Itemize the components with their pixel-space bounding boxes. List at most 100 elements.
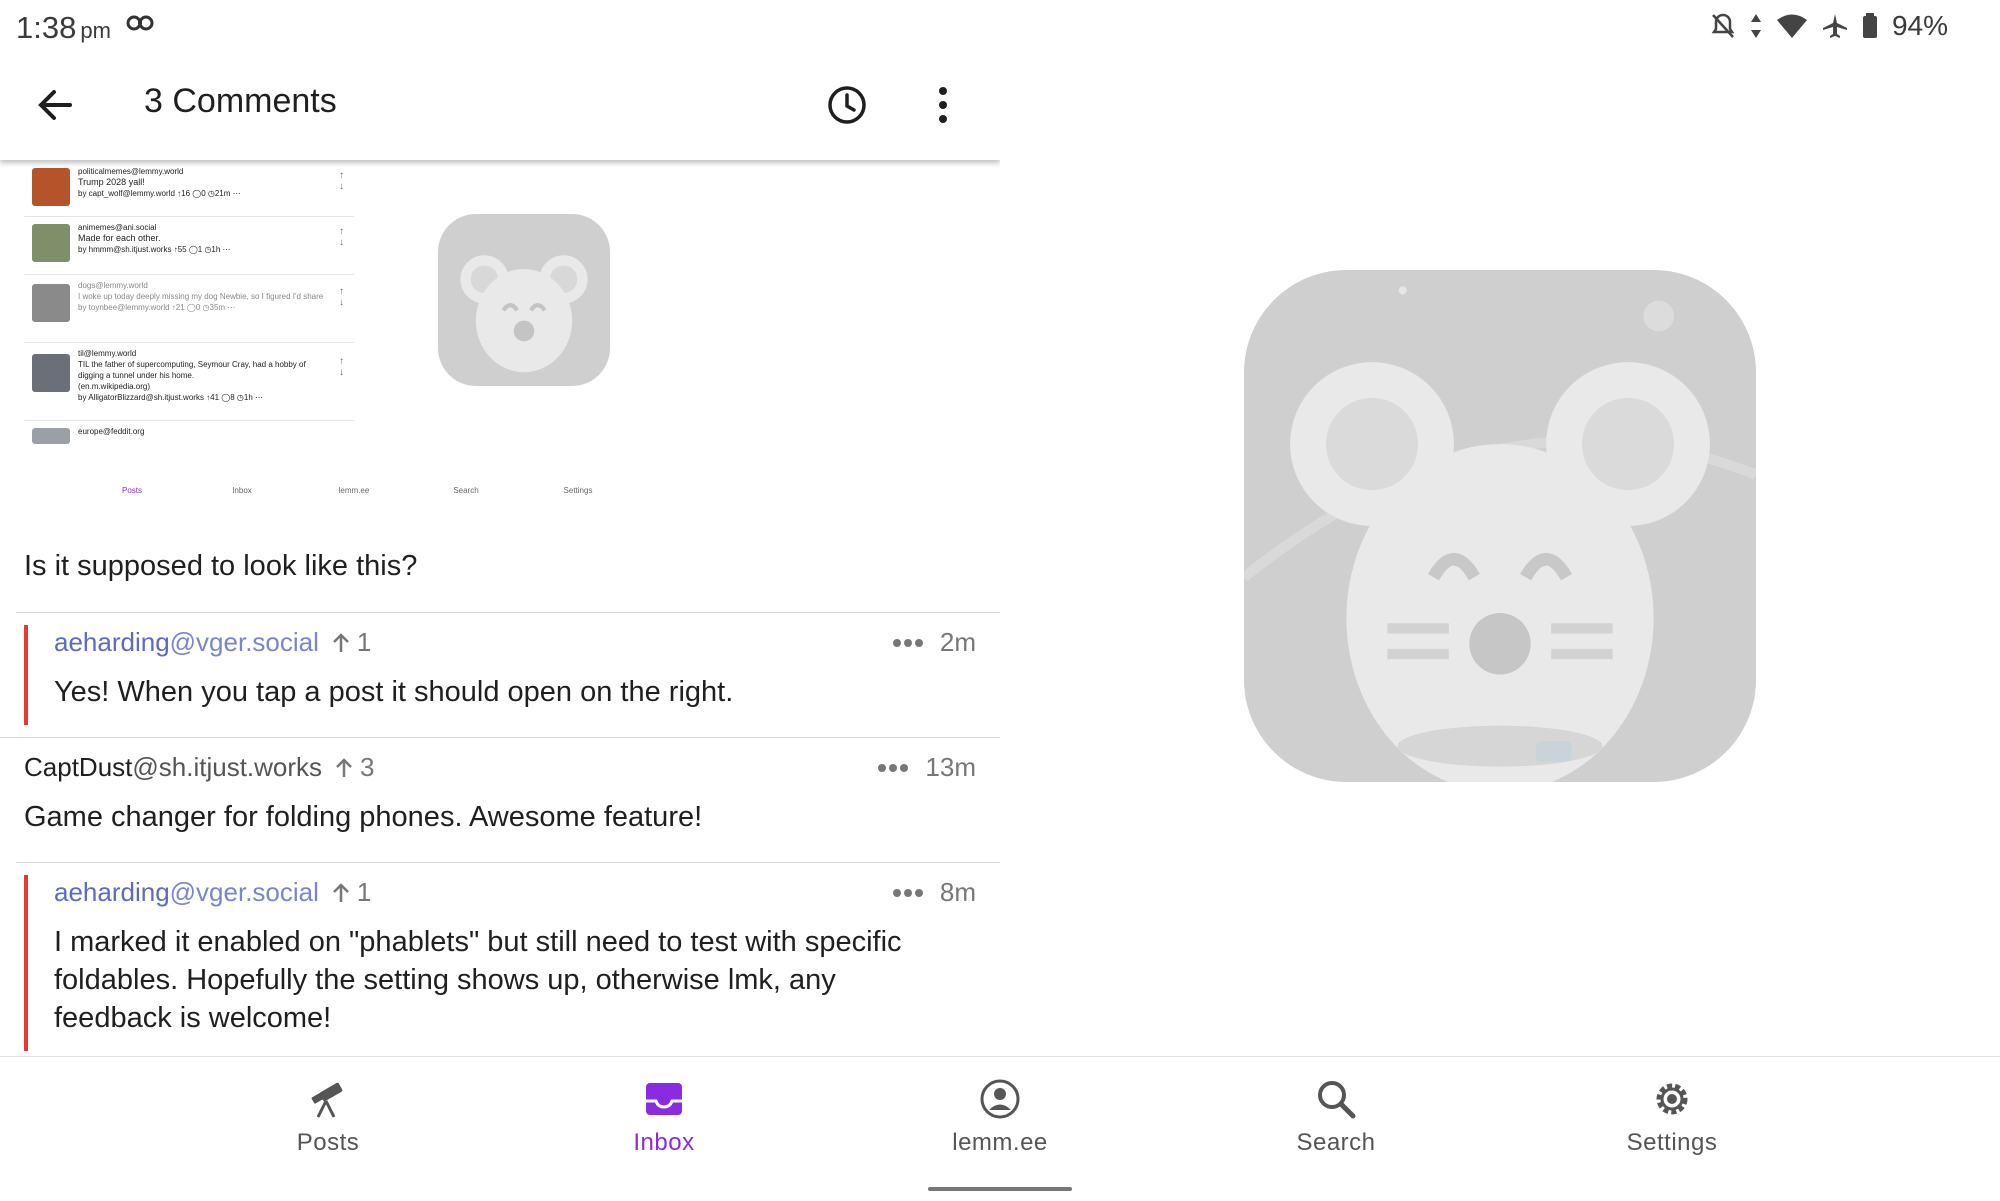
- mini-nav-label: Search: [453, 486, 479, 495]
- mini-title: I woke up today deeply missing my dog Ne…: [78, 292, 324, 301]
- account-circle-icon: [980, 1079, 1020, 1119]
- mini-community: til@lemmy.world: [78, 349, 137, 358]
- status-bar: 1:38 pm 94%: [0, 0, 2000, 50]
- mini-post-text: til@lemmy.world TIL the father of superc…: [78, 348, 328, 403]
- gear-icon: [1656, 1083, 1688, 1115]
- mini-post-text: europe@feddit.org: [78, 426, 328, 437]
- comment-body: I marked it enabled on "phablets" but st…: [54, 926, 902, 1034]
- more-horiz-icon[interactable]: [892, 638, 924, 648]
- comment-age: 2m: [939, 627, 976, 657]
- search-icon: [1318, 1081, 1356, 1119]
- mini-post-row: til@lemmy.world TIL the father of superc…: [24, 342, 354, 421]
- comment-header: aeharding @vger.social 1: [54, 877, 371, 908]
- mini-title: TIL the father of supercomputing, Seymou…: [78, 360, 306, 380]
- comment-username[interactable]: aeharding: [54, 627, 170, 658]
- comment-meta: 2m: [892, 627, 976, 658]
- mini-post-row: animemes@ani.social Made for each other.…: [24, 216, 354, 275]
- comment-instance[interactable]: @vger.social: [170, 627, 319, 658]
- mini-vote-arrows: ↑ ↓: [339, 286, 344, 308]
- more-horiz-icon[interactable]: [892, 888, 924, 898]
- comment-instance[interactable]: @sh.itjust.works: [132, 752, 322, 783]
- thread-depth-bar: [24, 875, 28, 1051]
- score-value: 1: [356, 627, 372, 657]
- comment-meta: 8m: [892, 877, 976, 908]
- comments-pane: 3 Comments politicalmemes@lemmy.world Tr…: [0, 50, 1000, 1056]
- mini-community: dogs@lemmy.world: [78, 281, 148, 290]
- mini-post-text: animemes@ani.social Made for each other.…: [78, 222, 328, 255]
- nav-settings[interactable]: Settings: [1572, 1077, 1772, 1157]
- upvote-arrow-icon: [333, 632, 349, 652]
- comment-age: 13m: [925, 752, 976, 782]
- bottom-navigation: Posts Inbox lemm.ee Search Settings: [0, 1056, 2000, 1201]
- comment-age: 8m: [939, 877, 976, 907]
- nav-label: Inbox: [633, 1129, 695, 1156]
- mini-link: (en.m.wikipedia.org): [78, 382, 151, 391]
- comment-item[interactable]: CaptDust @sh.itjust.works 3 13m Game chan…: [0, 738, 1000, 862]
- comment-username[interactable]: CaptDust: [24, 752, 132, 783]
- mini-nav-label: Settings: [563, 486, 593, 495]
- mini-post-row: europe@feddit.org: [24, 420, 354, 460]
- comment-body: Yes! When you tap a post it should open …: [54, 676, 734, 708]
- score-value: 3: [360, 752, 375, 782]
- post-body: Is it supposed to look like this?: [24, 550, 418, 582]
- more-vert-icon[interactable]: [918, 80, 968, 130]
- comment-username[interactable]: aeharding: [54, 877, 170, 908]
- comment-meta: 13m: [877, 752, 976, 783]
- wifi-icon: [1776, 14, 1807, 38]
- mini-community: animemes@ani.social: [78, 223, 157, 232]
- more-horiz-icon[interactable]: [877, 763, 909, 773]
- app-bar: 3 Comments: [0, 50, 1000, 160]
- score-value: 1: [356, 877, 372, 907]
- comment-score: 3: [332, 752, 375, 783]
- mini-thumbnail: [32, 168, 70, 206]
- mini-meta: by hmmm@sh.itjust.works ↑55 ◯1 ◷1h ⋯: [78, 245, 231, 254]
- mini-post-text: politicalmemes@lemmy.world Trump 2028 ya…: [78, 166, 328, 199]
- incognito-icon: [126, 15, 154, 31]
- mini-nav-label: Posts: [121, 486, 142, 495]
- thread-depth-bar: [24, 625, 28, 725]
- nav-label: Settings: [1626, 1129, 1718, 1156]
- back-arrow-icon[interactable]: [30, 80, 80, 130]
- mini-bottom-nav: Posts Inbox lemm.ee Search Settings: [24, 486, 714, 520]
- nav-label: Posts: [296, 1129, 360, 1156]
- nav-posts[interactable]: Posts: [228, 1077, 428, 1157]
- nav-search[interactable]: Search: [1236, 1077, 1436, 1157]
- comment-item[interactable]: aeharding @vger.social 1 8m I marked it e…: [0, 863, 1000, 1056]
- mini-vote-arrows: ↑ ↓: [339, 170, 344, 192]
- mini-community: politicalmemes@lemmy.world: [78, 167, 184, 176]
- comment-instance[interactable]: @vger.social: [170, 877, 319, 908]
- nav-label: lemm.ee: [952, 1129, 1048, 1156]
- gesture-handle[interactable]: [928, 1187, 1072, 1191]
- page-title: 3 Comments: [144, 82, 337, 120]
- comment-item[interactable]: aeharding @vger.social 1 2m Yes! When you…: [0, 613, 1000, 737]
- mini-meta: by AlligatorBlizzard@sh.itjust.works ↑41…: [78, 393, 264, 402]
- mascot-placeholder-icon: [438, 214, 610, 386]
- upvote-arrow-icon: [333, 882, 349, 902]
- comment-score: 1: [329, 627, 371, 658]
- data-arrows-icon: [1750, 14, 1761, 38]
- mini-vote-arrows: ↑ ↓: [339, 356, 344, 378]
- battery-icon: [1862, 13, 1877, 38]
- mini-thumbnail: [32, 284, 70, 322]
- mini-nav-label: lemm.ee: [338, 486, 370, 495]
- history-icon[interactable]: [822, 80, 872, 130]
- mini-thumbnail: [32, 224, 70, 262]
- status-clock: 1:38: [16, 10, 77, 45]
- telescope-icon: [311, 1082, 343, 1118]
- mini-post-text: dogs@lemmy.world I woke up today deeply …: [78, 280, 328, 313]
- mini-vote-arrows: ↑ ↓: [339, 226, 344, 248]
- status-time: 1:38 pm: [16, 10, 111, 46]
- mini-thumbnail: [32, 428, 70, 444]
- nav-inbox[interactable]: Inbox: [564, 1077, 764, 1157]
- upvote-arrow-icon: [336, 757, 352, 777]
- battery-percent: 94%: [1891, 10, 1948, 41]
- post-image[interactable]: politicalmemes@lemmy.world Trump 2028 ya…: [24, 160, 354, 520]
- comment-header: aeharding @vger.social 1: [54, 627, 371, 658]
- mini-nav-label: Inbox: [232, 486, 252, 495]
- nav-account[interactable]: lemm.ee: [900, 1077, 1100, 1157]
- comment-header: CaptDust @sh.itjust.works 3: [24, 752, 375, 783]
- comment-score: 1: [329, 877, 371, 908]
- nav-label: Search: [1296, 1129, 1376, 1156]
- status-ampm: pm: [80, 18, 111, 43]
- mini-thumbnail: [32, 354, 70, 392]
